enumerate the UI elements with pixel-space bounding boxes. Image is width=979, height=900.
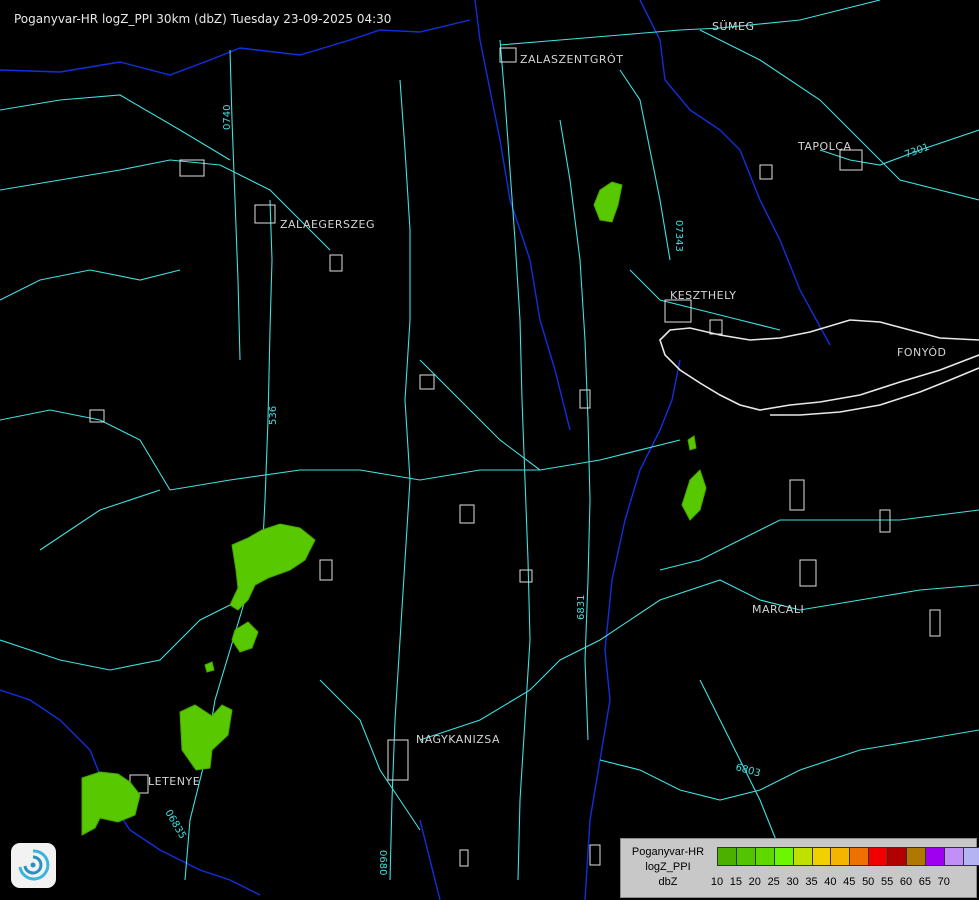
radar-map: 0740 07343 7301 536 6831 6803 06835 0680 bbox=[0, 0, 979, 900]
place-label-sumeg: SÜMEG bbox=[712, 20, 755, 33]
legend-tick-label: 70 bbox=[937, 876, 950, 888]
road-label-6831: 6831 bbox=[576, 595, 587, 620]
color-legend: Poganyvar-HR logZ_PPI dbZ 10 15 20 25 30 35 40… bbox=[620, 838, 979, 898]
legend-swatch bbox=[887, 847, 908, 866]
legend-swatch bbox=[849, 847, 870, 866]
echo-cell bbox=[229, 523, 316, 611]
road-label-0680: 0680 bbox=[377, 850, 388, 875]
place-label-tapolca: TAPOLCA bbox=[798, 140, 852, 153]
place-label-nagykanizsa: NAGYKANIZSA bbox=[416, 733, 501, 746]
legend-swatch bbox=[792, 847, 813, 866]
echo-cell bbox=[681, 469, 707, 521]
place-label-fonyod: FONYÓD bbox=[897, 346, 947, 359]
legend-swatch bbox=[717, 847, 737, 866]
roads bbox=[0, 0, 979, 881]
place-label-letenye: LETENYE bbox=[148, 775, 201, 788]
echo-cell bbox=[687, 435, 697, 451]
echo-cell bbox=[179, 704, 233, 771]
legend-swatch bbox=[811, 847, 832, 866]
legend-swatch bbox=[773, 847, 794, 866]
echo-cell bbox=[204, 661, 215, 673]
legend-line-radar: Poganyvar-HR bbox=[631, 846, 705, 858]
legend-line-product: logZ_PPI bbox=[645, 861, 691, 873]
legend-swatch bbox=[735, 847, 756, 866]
road-label-06835: 06835 bbox=[162, 808, 187, 841]
lake-balaton bbox=[659, 319, 979, 416]
legend-swatch bbox=[943, 847, 964, 866]
road-label-0740: 0740 bbox=[222, 105, 233, 130]
place-label-keszthely: KESZTHELY bbox=[670, 289, 737, 302]
legend-swatch bbox=[868, 847, 889, 866]
legend-swatch bbox=[906, 847, 926, 866]
legend-caption: Poganyvar-HR logZ_PPI dbZ bbox=[623, 845, 713, 890]
echo-cell bbox=[81, 771, 141, 836]
legend-line-unit: dbZ bbox=[658, 876, 678, 888]
echo-cell bbox=[231, 621, 259, 653]
legend-swatch bbox=[962, 847, 979, 866]
road-label-536: 536 bbox=[268, 406, 279, 425]
legend-swatch bbox=[754, 847, 775, 866]
place-label-zalaszentgrot: ZALASZENTGRÓT bbox=[520, 53, 624, 66]
weather-service-logo-icon bbox=[11, 843, 56, 888]
echo-cell bbox=[593, 181, 623, 223]
legend-swatch bbox=[924, 847, 945, 866]
place-label-zalaegerszeg: ZALAEGERSZEG bbox=[280, 218, 376, 231]
legend-swatch bbox=[830, 847, 851, 866]
rivers bbox=[0, 0, 831, 900]
road-label-07343: 07343 bbox=[673, 220, 684, 252]
road-label-7301: 7301 bbox=[903, 142, 931, 161]
map-title: Poganyvar-HR logZ_PPI 30km (dbZ) Tuesday… bbox=[14, 12, 392, 26]
place-label-marcali: MARCALI bbox=[752, 603, 805, 616]
